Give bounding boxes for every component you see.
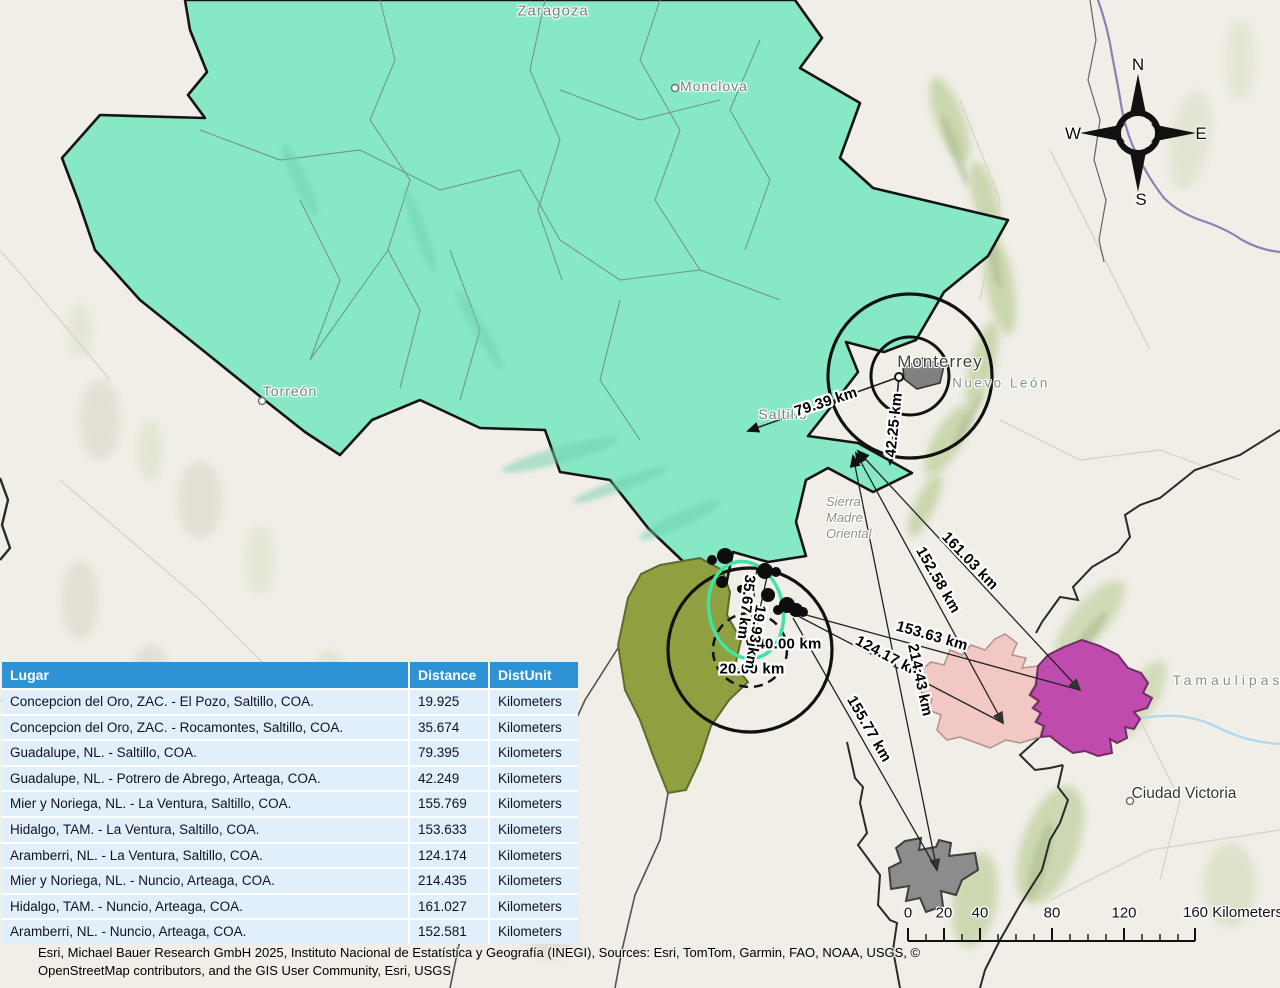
cell-unit: Kilometers	[488, 844, 578, 868]
compass-e-label: E	[1195, 124, 1206, 144]
scale-tick-0: 0	[904, 905, 912, 922]
label-tamaulipas: Tamaulipas	[1173, 672, 1280, 688]
cell-lugar: Aramberri, NL. - La Ventura, Saltillo, C…	[2, 844, 408, 868]
label-nuevo-leon: Nuevo León	[952, 376, 1050, 391]
cell-lugar: Concepcion del Oro, ZAC. - El Pozo, Salt…	[2, 690, 408, 714]
label-zaragoza: Zaragoza	[517, 3, 588, 20]
cell-lugar: Guadalupe, NL. - Potrero de Abrego, Arte…	[2, 767, 408, 791]
compass-w-label: W	[1065, 124, 1081, 144]
column-header-distunit: DistUnit	[488, 662, 578, 688]
table-row[interactable]: Concepcion del Oro, ZAC. - El Pozo, Salt…	[2, 688, 578, 714]
cell-unit: Kilometers	[488, 869, 578, 893]
distance-table: Lugar Distance DistUnit Concepcion del O…	[2, 662, 578, 944]
cell-distance: 161.027	[408, 895, 488, 919]
map-attribution: Esri, Michael Bauer Research GmbH 2025, …	[38, 944, 920, 980]
cell-unit: Kilometers	[488, 767, 578, 791]
cell-lugar: Hidalgo, TAM. - La Ventura, Saltillo, CO…	[2, 818, 408, 842]
cell-unit: Kilometers	[488, 895, 578, 919]
label-ciudad-victoria: Ciudad Victoria	[1132, 785, 1237, 803]
label-monclova: Monclova	[680, 78, 748, 94]
attribution-line-2: OpenStreetMap contributors, and the GIS …	[38, 962, 920, 980]
map-viewport[interactable]: Zaragoza Monclova Torreón Saltillo Monte…	[0, 0, 1280, 988]
cell-unit: Kilometers	[488, 818, 578, 842]
cell-lugar: Guadalupe, NL. - Saltillo, COA.	[2, 741, 408, 765]
column-header-distance: Distance	[408, 662, 488, 688]
table-row[interactable]: Mier y Noriega, NL. - Nuncio, Arteaga, C…	[2, 867, 578, 893]
cell-distance: 214.435	[408, 869, 488, 893]
cell-lugar: Mier y Noriega, NL. - Nuncio, Arteaga, C…	[2, 869, 408, 893]
column-header-lugar: Lugar	[2, 662, 408, 688]
cell-lugar: Mier y Noriega, NL. - La Ventura, Saltil…	[2, 792, 408, 816]
cell-distance: 19.925	[408, 690, 488, 714]
label-monterrey: Monterrey	[897, 352, 983, 372]
cell-lugar: Aramberri, NL. - Nuncio, Arteaga, COA.	[2, 920, 408, 944]
scalebar	[908, 928, 1195, 941]
cell-lugar: Concepcion del Oro, ZAC. - Rocamontes, S…	[2, 716, 408, 740]
polygon-hidalgo-tam[interactable]	[1030, 640, 1152, 756]
scale-tick-40: 40	[972, 905, 989, 922]
cell-unit: Kilometers	[488, 690, 578, 714]
scale-tick-80: 80	[1044, 905, 1061, 922]
table-row[interactable]: Hidalgo, TAM. - Nuncio, Arteaga, COA. 16…	[2, 893, 578, 919]
label-sierra-madre-oriental: Sierra Madre Oriental	[826, 494, 886, 542]
cell-distance: 35.674	[408, 716, 488, 740]
label-torreon: Torreón	[263, 383, 317, 399]
table-row[interactable]: Aramberri, NL. - Nuncio, Arteaga, COA. 1…	[2, 918, 578, 944]
cell-unit: Kilometers	[488, 920, 578, 944]
cell-distance: 124.174	[408, 844, 488, 868]
origin-marker-guadalupe	[895, 373, 903, 381]
table-header-row: Lugar Distance DistUnit	[2, 662, 578, 688]
scale-tick-120: 120	[1111, 905, 1136, 922]
cell-lugar: Hidalgo, TAM. - Nuncio, Arteaga, COA.	[2, 895, 408, 919]
compass-n-label: N	[1132, 55, 1144, 75]
compass-s-label: S	[1135, 190, 1146, 210]
cell-unit: Kilometers	[488, 716, 578, 740]
cell-distance: 42.249	[408, 767, 488, 791]
table-row[interactable]: Guadalupe, NL. - Potrero de Abrego, Arte…	[2, 765, 578, 791]
cell-distance: 153.633	[408, 818, 488, 842]
table-row[interactable]: Mier y Noriega, NL. - La Ventura, Saltil…	[2, 790, 578, 816]
cell-unit: Kilometers	[488, 792, 578, 816]
scale-end-label: 160 Kilometers	[1183, 904, 1280, 921]
cell-distance: 79.395	[408, 741, 488, 765]
cell-distance: 155.769	[408, 792, 488, 816]
table-row[interactable]: Aramberri, NL. - La Ventura, Saltillo, C…	[2, 842, 578, 868]
table-row[interactable]: Concepcion del Oro, ZAC. - Rocamontes, S…	[2, 714, 578, 740]
attribution-line-1: Esri, Michael Bauer Research GmbH 2025, …	[38, 944, 920, 962]
cell-unit: Kilometers	[488, 741, 578, 765]
ring-label-40: 40.00 km	[757, 636, 822, 653]
table-row[interactable]: Hidalgo, TAM. - La Ventura, Saltillo, CO…	[2, 816, 578, 842]
table-row[interactable]: Guadalupe, NL. - Saltillo, COA. 79.395 K…	[2, 739, 578, 765]
cell-distance: 152.581	[408, 920, 488, 944]
scale-tick-20: 20	[936, 905, 953, 922]
